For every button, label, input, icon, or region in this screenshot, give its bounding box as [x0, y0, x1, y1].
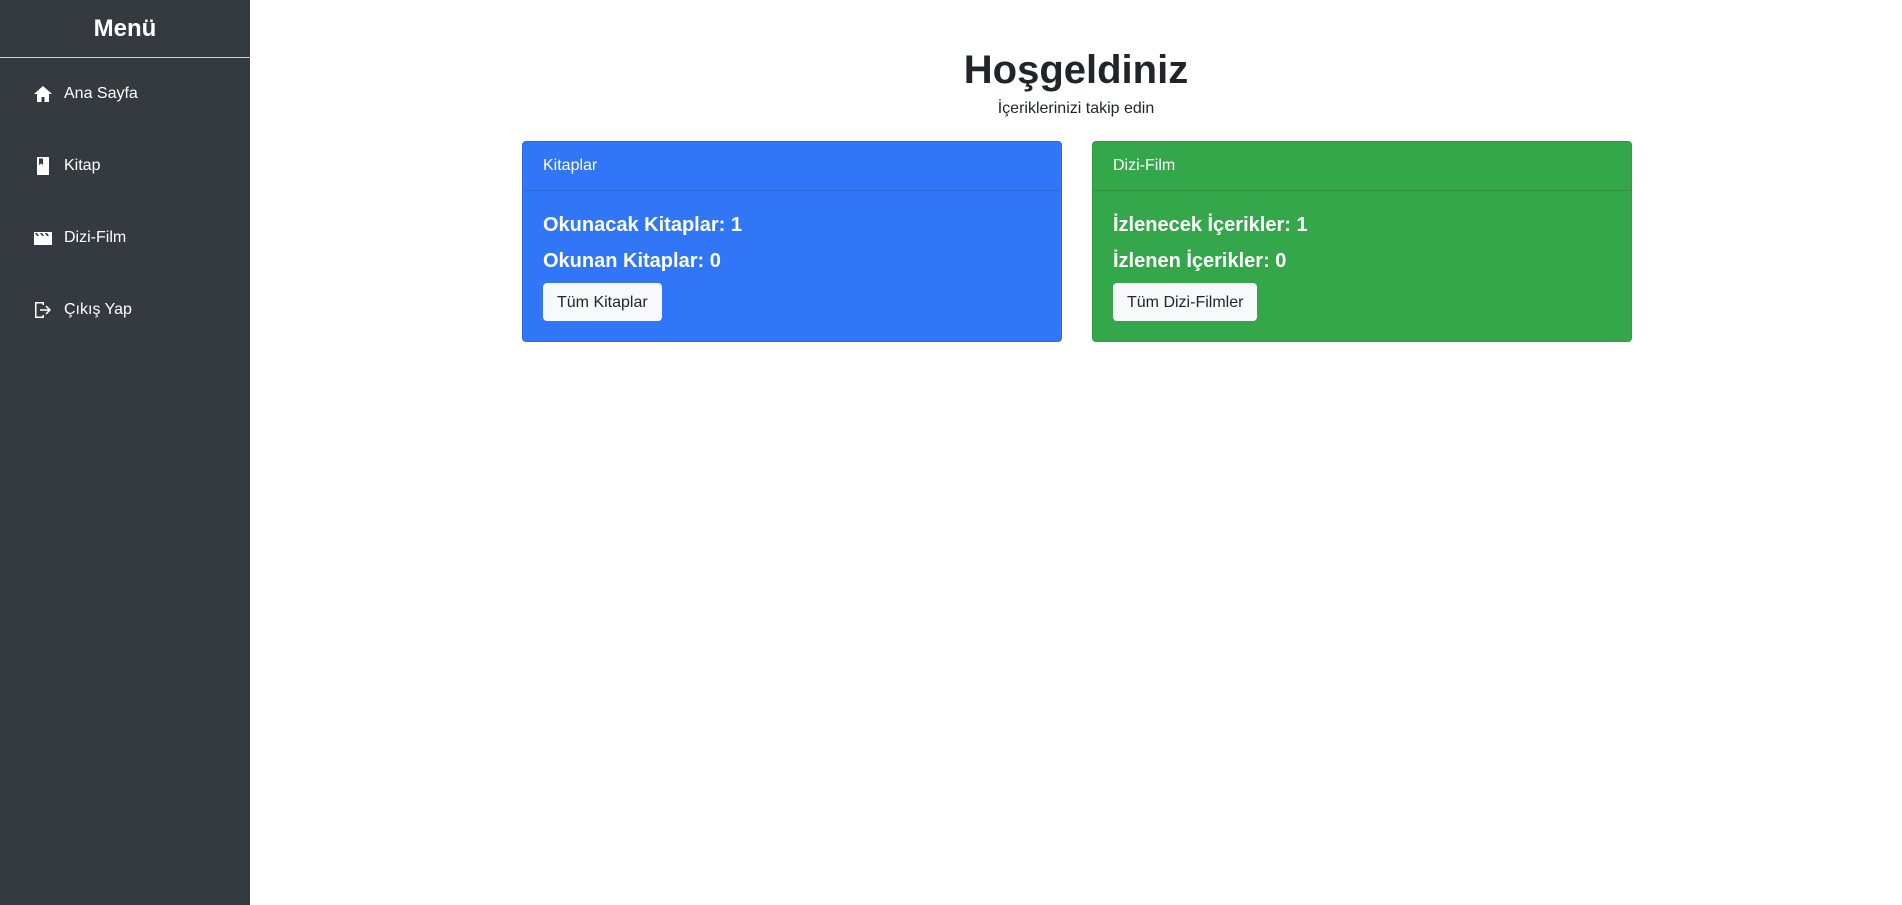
sidebar-item-label: Dizi-Film [64, 229, 127, 246]
summary-cards: Kitaplar Okunacak Kitaplar: 1 Okunan Kit… [522, 141, 1632, 342]
books-read-count: Okunan Kitaplar: 0 [543, 250, 721, 272]
card-header: Dizi-Film [1093, 142, 1631, 191]
home-icon [33, 84, 53, 104]
sidebar-item-cikis-yap[interactable]: Çıkış Yap [0, 286, 250, 334]
sidebar-item-label: Kitap [64, 157, 101, 174]
to-watch-count: İzlenecek İçerikler: 1 [1113, 214, 1308, 236]
sidebar-item-kitap[interactable]: Kitap [0, 142, 250, 190]
sidebar-title: Menü [0, 0, 250, 58]
sidebar-item-ana-sayfa[interactable]: Ana Sayfa [0, 70, 250, 118]
sidebar-nav: Ana Sayfa Kitap Dizi-Film Çıkış Yap [0, 58, 250, 334]
page-header: Hoşgeldiniz İçeriklerinizi takip edin [250, 0, 1902, 118]
film-icon [33, 228, 53, 248]
sidebar-item-label: Çıkış Yap [64, 301, 132, 318]
sidebar-item-label: Ana Sayfa [64, 85, 138, 102]
books-to-read-count: Okunacak Kitaplar: 1 [543, 214, 742, 236]
page-subtitle: İçeriklerinizi takip edin [997, 100, 1155, 117]
card-body: İzlenecek İçerikler: 1 İzlenen İçerikler… [1093, 191, 1631, 341]
book-icon [33, 156, 53, 176]
card-body: Okunacak Kitaplar: 1 Okunan Kitaplar: 0 … [523, 191, 1061, 341]
watched-count: İzlenen İçerikler: 0 [1113, 250, 1287, 272]
series-films-card: Dizi-Film İzlenecek İçerikler: 1 İzlenen… [1092, 141, 1632, 342]
sidebar: Menü Ana Sayfa Kitap Dizi-Film Çıkış Yap [0, 0, 250, 905]
all-series-films-button[interactable]: Tüm Dizi-Filmler [1113, 283, 1258, 321]
all-books-button[interactable]: Tüm Kitaplar [543, 283, 662, 321]
main-content: Hoşgeldiniz İçeriklerinizi takip edin Ki… [250, 0, 1902, 905]
books-card: Kitaplar Okunacak Kitaplar: 1 Okunan Kit… [522, 141, 1062, 342]
logout-icon [33, 300, 53, 320]
page-title: Hoşgeldiniz [963, 48, 1189, 92]
sidebar-item-dizi-film[interactable]: Dizi-Film [0, 214, 250, 262]
card-header: Kitaplar [523, 142, 1061, 191]
